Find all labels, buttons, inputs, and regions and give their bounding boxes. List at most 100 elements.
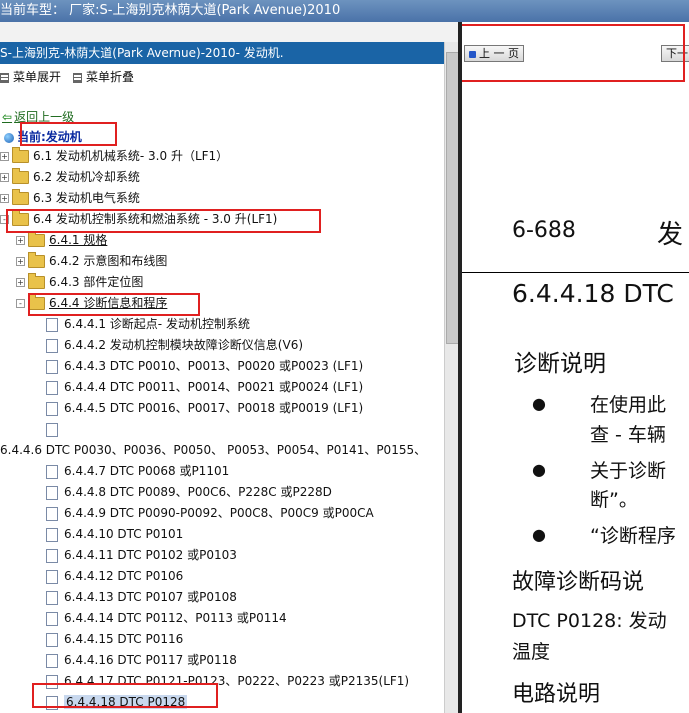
- document-icon: [46, 485, 58, 500]
- tree-item-label: 6.4.4.15 DTC P0116: [64, 632, 184, 646]
- document-viewer: 上 一 页 下一 6-688 发 6.4.4.18 DTC 诊断说明 ● 在使用…: [462, 22, 689, 713]
- tree-item-label: 6.4.4.8 DTC P0089、P00C6、P228C 或P228D: [64, 485, 332, 499]
- bullet-dot: ●: [532, 460, 546, 479]
- bullet-dot: ●: [532, 394, 546, 413]
- document-icon: [46, 611, 58, 626]
- back-arrow-icon: ⇦: [2, 110, 13, 124]
- tree-doc-item[interactable]: 6.4.4.4 DTC P0011、P0014、P0021 或P0024 (LF…: [46, 377, 363, 397]
- tree-doc-item[interactable]: 6.4.4.15 DTC P0116: [46, 629, 183, 649]
- bullet-dot: ●: [532, 525, 546, 544]
- tree-item-label: 6.2 发动机冷却系统: [33, 170, 140, 184]
- circuit-heading: 电路说明: [512, 682, 601, 707]
- window-title: 当前车型： 厂家:S-上海别克林荫大道(Park Avenue)2010: [0, 3, 341, 18]
- bullet-text: 关于诊断: [590, 460, 667, 482]
- tree-doc-item[interactable]: 6.4.4.1 诊断起点- 发动机控制系统: [46, 314, 250, 334]
- menu-collapse-item[interactable]: 菜单折叠: [73, 68, 134, 86]
- expand-toggle-icon[interactable]: +: [0, 152, 9, 161]
- globe-icon: [4, 132, 14, 143]
- highlight-box-nav: [462, 24, 685, 82]
- tree-folder-item[interactable]: +6.4.2 示意图和布线图: [16, 251, 167, 271]
- tree-item-label: 6.4.3 部件定位图: [49, 275, 144, 289]
- document-icon: [46, 632, 58, 647]
- page-header: 发: [657, 220, 684, 250]
- tree-item-label: 6.4.4.5 DTC P0016、P0017、P0018 或P0019 (LF…: [64, 401, 364, 415]
- tree-item-label: 6.4.4.1 诊断起点- 发动机控制系统: [64, 317, 250, 331]
- document-icon: [46, 380, 58, 395]
- expand-toggle-icon[interactable]: +: [0, 173, 9, 182]
- tree-item-label: 6.4.4.10 DTC P0101: [64, 527, 184, 541]
- menu-expand-item[interactable]: 菜单展开: [0, 68, 61, 86]
- bullet-text: 在使用此: [590, 394, 667, 416]
- bullet-text: “诊断程序: [590, 525, 676, 547]
- tree-item-label: 6.1 发动机机械系统- 3.0 升（LF1）: [33, 149, 229, 163]
- tree-item-label: 6.3 发动机电气系统: [33, 191, 140, 205]
- tree-doc-item[interactable]: 6.4.4.9 DTC P0090-P0092、P00C8、P00C9 或P00…: [46, 503, 374, 523]
- expand-toggle-icon[interactable]: +: [16, 278, 25, 287]
- tree-item-label: 6.4.4.2 发动机控制模块故障诊断仪信息(V6): [64, 338, 304, 352]
- tree-item-label: 6.4.1 规格: [49, 233, 108, 247]
- tree-doc-item[interactable]: 6.4.4.8 DTC P0089、P00C6、P228C 或P228D: [46, 482, 332, 502]
- tree-item-label: 6.4.4.11 DTC P0102 或P0103: [64, 548, 237, 562]
- folder-icon: [28, 252, 45, 268]
- highlight-box-engine-control: [6, 209, 321, 233]
- tree-item-label: 6.4.4.9 DTC P0090-P0092、P00C8、P00C9 或P00…: [64, 506, 374, 520]
- tree-item-label: 6.4.4.16 DTC P0117 或P0118: [64, 653, 237, 667]
- tree-doc-item[interactable]: 6.4.4.6 DTC P0030、P0036、P0050、 P0053、P00…: [0, 440, 426, 460]
- tree-doc-item[interactable]: 6.4.4.10 DTC P0101: [46, 524, 183, 544]
- tree-item-label: 6.4.4.3 DTC P0010、P0013、P0020 或P0023 (LF…: [64, 359, 364, 373]
- tree-folder-item[interactable]: +6.1 发动机机械系统- 3.0 升（LF1）: [0, 146, 228, 166]
- tree-doc-item[interactable]: 6.4.4.7 DTC P0068 或P1101: [46, 461, 229, 481]
- page-number: 6-688: [512, 218, 576, 243]
- tree-doc-item[interactable]: 6.4.4.5 DTC P0016、P0017、P0018 或P0019 (LF…: [46, 398, 363, 418]
- document-icon: [46, 317, 58, 332]
- tree-doc-item[interactable]: 6.4.4.12 DTC P0106: [46, 566, 183, 586]
- document-icon: [46, 506, 58, 521]
- highlight-box-selected-dtc: [32, 683, 218, 708]
- tree-folder-item[interactable]: +6.3 发动机电气系统: [0, 188, 140, 208]
- navigation-panel: S-上海别克-林荫大道(Park Avernue)-2010- 发动机. 菜单展…: [0, 42, 444, 713]
- folder-icon: [12, 168, 29, 184]
- document-icon: [46, 569, 58, 584]
- section-title: 6.4.4.18 DTC: [512, 279, 674, 308]
- tree-doc-item[interactable]: 6.4.4.16 DTC P0117 或P0118: [46, 650, 237, 670]
- tree-item-label: 6.4.4.13 DTC P0107 或P0108: [64, 590, 237, 604]
- expand-toggle-icon[interactable]: +: [16, 257, 25, 266]
- tree-doc-item[interactable]: 6.4.4.13 DTC P0107 或P0108: [46, 587, 237, 607]
- tree-item-label: 6.4.4.14 DTC P0112、P0113 或P0114: [64, 611, 287, 625]
- highlight-box-current: [20, 122, 117, 146]
- folder-icon: [12, 147, 29, 163]
- tree-doc-item[interactable]: [46, 419, 64, 439]
- tree-folder-item[interactable]: +6.4.1 规格: [16, 230, 107, 250]
- folder-icon: [28, 273, 45, 289]
- menu-collapse-icon: [73, 72, 82, 83]
- tree-item-label: 6.4.4.7 DTC P0068 或P1101: [64, 464, 230, 478]
- tree-item-label: 6.4.4.12 DTC P0106: [64, 569, 184, 583]
- bullet-text: 断”。: [590, 489, 638, 511]
- document-icon: [46, 527, 58, 542]
- diagnostic-heading: 诊断说明: [514, 351, 606, 377]
- tree-doc-item[interactable]: 6.4.4.14 DTC P0112、P0113 或P0114: [46, 608, 287, 628]
- tree-doc-item[interactable]: 6.4.4.2 发动机控制模块故障诊断仪信息(V6): [46, 335, 303, 355]
- dtc-heading: 故障诊断码说: [512, 570, 645, 595]
- tree-folder-item[interactable]: +6.4.3 部件定位图: [16, 272, 143, 292]
- bullet-text: 查 - 车辆: [590, 424, 666, 446]
- tree-doc-item[interactable]: 6.4.4.3 DTC P0010、P0013、P0020 或P0023 (LF…: [46, 356, 363, 376]
- tree-item-label: 6.4.4.4 DTC P0011、P0014、P0021 或P0024 (LF…: [64, 380, 364, 394]
- collapse-toggle-icon[interactable]: -: [16, 299, 25, 308]
- expand-toggle-icon[interactable]: +: [16, 236, 25, 245]
- window-title-bar: 当前车型： 厂家:S-上海别克林荫大道(Park Avenue)2010: [0, 0, 689, 22]
- document-icon: [46, 359, 58, 374]
- tree-scrollbar[interactable]: [444, 42, 459, 713]
- tree-doc-item[interactable]: 6.4.4.11 DTC P0102 或P0103: [46, 545, 237, 565]
- document-icon: [46, 653, 58, 668]
- tree-item-label: 6.4.2 示意图和布线图: [49, 254, 168, 268]
- document-icon: [46, 464, 58, 479]
- tree-folder-item[interactable]: +6.2 发动机冷却系统: [0, 167, 140, 187]
- folder-icon: [12, 189, 29, 205]
- dtc-description: DTC P0128: 发动: [512, 610, 667, 632]
- document-icon: [46, 338, 58, 353]
- menu-expand-icon: [0, 72, 9, 83]
- expand-toggle-icon[interactable]: +: [0, 194, 9, 203]
- document-icon: [46, 590, 58, 605]
- dtc-description-cont: 温度: [512, 641, 551, 663]
